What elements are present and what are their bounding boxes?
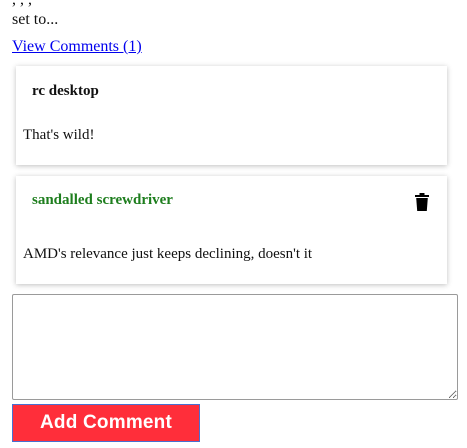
comment-text: AMD's relevance just keeps declining, do…: [23, 246, 313, 262]
trash-icon[interactable]: [415, 193, 429, 211]
post-body-line: set to...: [12, 11, 59, 28]
comment-card: rc desktop That's wild!: [16, 66, 447, 165]
post-body-excerpt: , , , set to...: [12, 0, 452, 30]
post-body-line: , , ,: [12, 0, 452, 10]
comment-author: rc desktop: [32, 83, 99, 99]
comment-textarea[interactable]: [12, 294, 458, 400]
trash-icon-graphic: [415, 193, 429, 211]
comment-card: sandalled screwdriver AMD's relevance ju…: [16, 176, 447, 284]
add-comment-button[interactable]: Add Comment: [12, 404, 200, 442]
comment-text: That's wild!: [23, 127, 95, 143]
comment-author: sandalled screwdriver: [32, 192, 173, 208]
view-comments-link[interactable]: View Comments (1): [12, 37, 142, 57]
